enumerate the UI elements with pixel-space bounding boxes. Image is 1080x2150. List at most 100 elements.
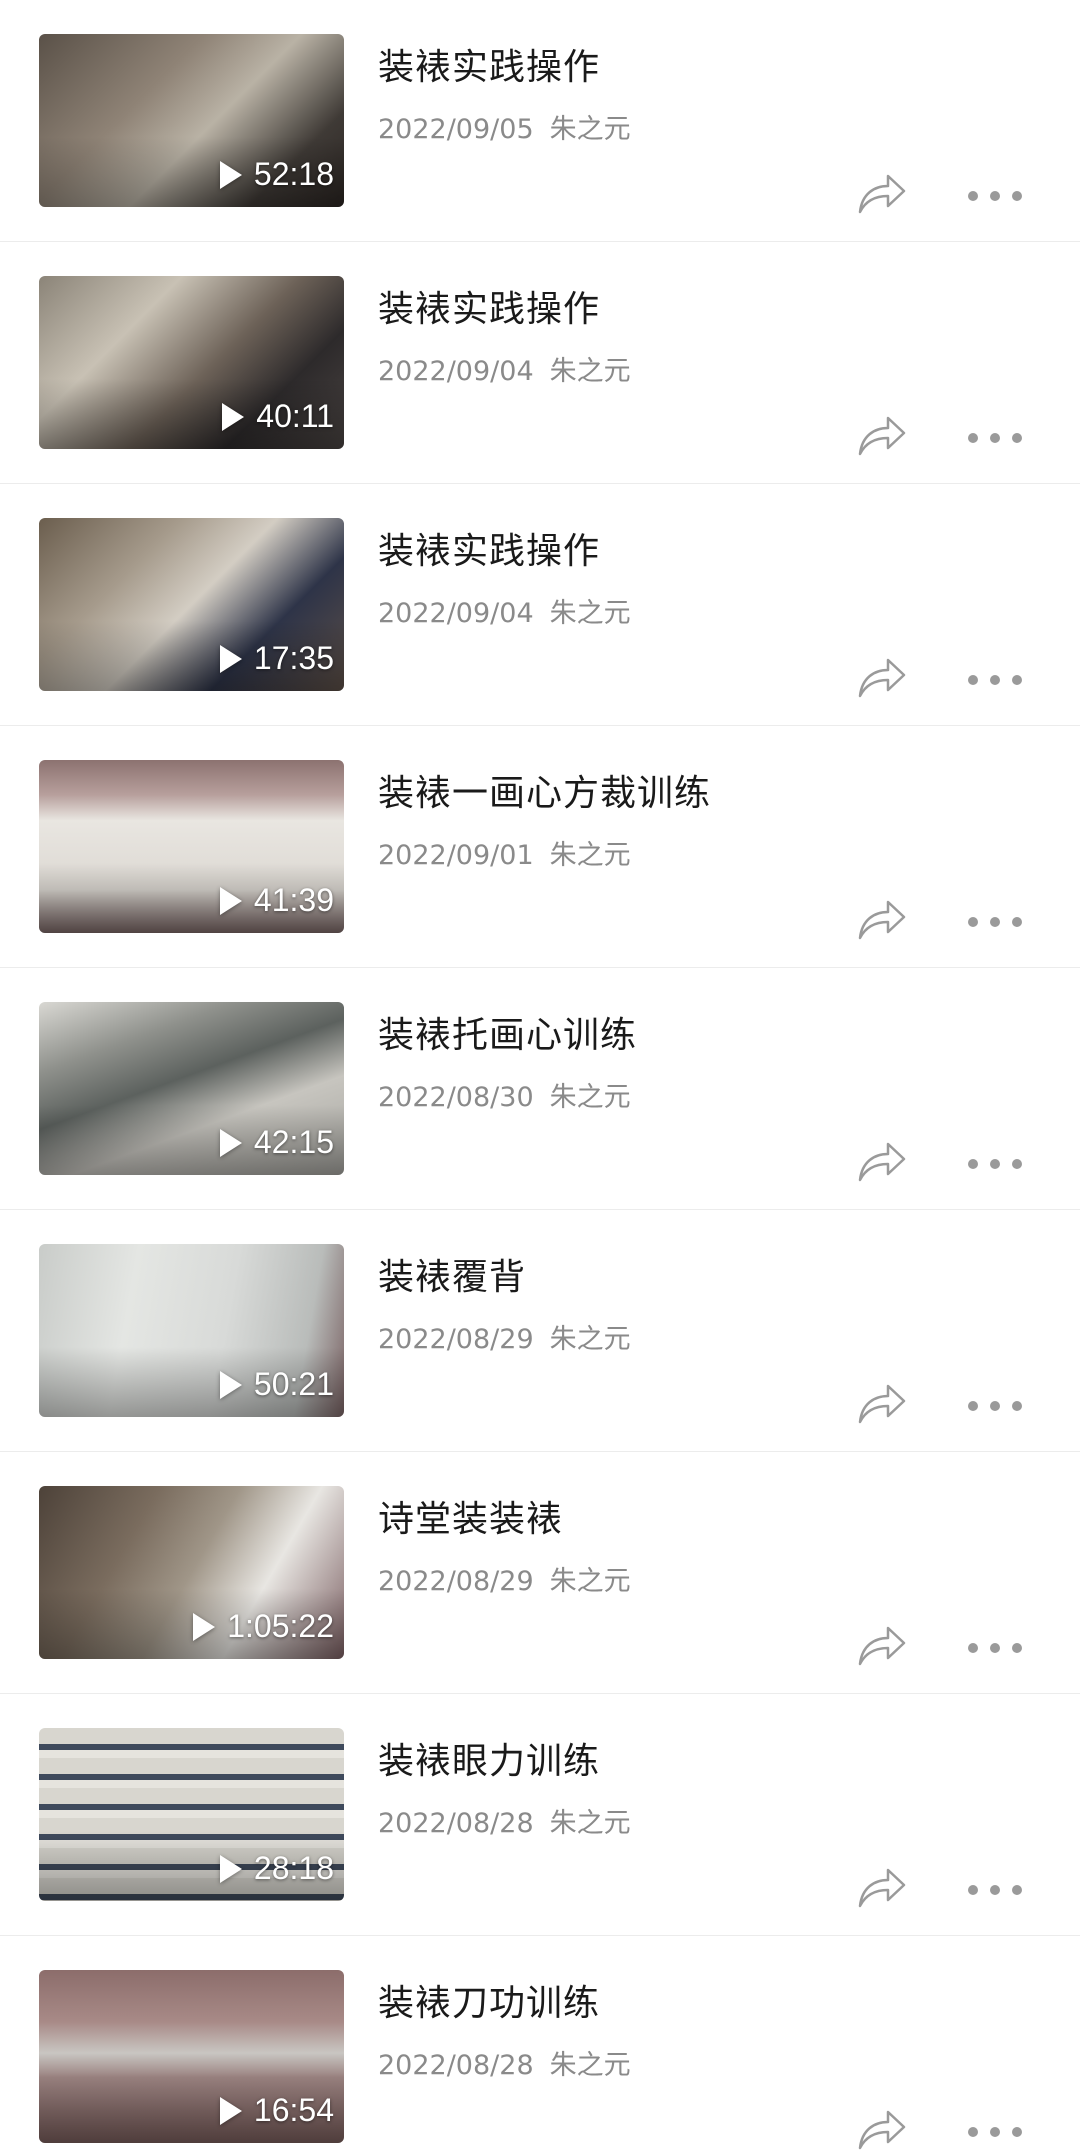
video-thumbnail[interactable]: 17:35 xyxy=(39,518,344,691)
duration-text: 42:15 xyxy=(253,1124,334,1160)
video-meta: 2022/08/29 朱之元 xyxy=(378,1559,631,1598)
duration-text: 52:18 xyxy=(253,156,334,192)
video-date: 2022/09/04 xyxy=(378,598,534,629)
share-icon[interactable] xyxy=(856,1382,908,1426)
share-icon[interactable] xyxy=(856,1140,908,1184)
video-thumbnail[interactable]: 40:11 xyxy=(39,276,344,449)
share-icon[interactable] xyxy=(856,2108,908,2150)
duration-badge: 16:54 xyxy=(219,2092,334,2129)
video-title[interactable]: 诗堂装装裱 xyxy=(378,1490,563,1542)
video-title[interactable]: 装裱刀功训练 xyxy=(378,1974,600,2026)
video-meta: 2022/09/05 朱之元 xyxy=(378,107,631,146)
duration-badge: 1:05:22 xyxy=(193,1608,334,1645)
duration-badge: 50:21 xyxy=(219,1366,334,1403)
more-icon[interactable] xyxy=(968,1642,1022,1654)
video-title[interactable]: 装裱覆背 xyxy=(378,1248,526,1300)
more-icon[interactable] xyxy=(968,916,1022,928)
duration-text: 17:35 xyxy=(253,640,334,676)
duration-badge: 52:18 xyxy=(219,156,334,193)
video-meta: 2022/09/01 朱之元 xyxy=(378,833,631,872)
duration-text: 28:18 xyxy=(253,1850,334,1886)
video-date: 2022/08/28 xyxy=(378,1808,534,1839)
video-date: 2022/08/29 xyxy=(378,1566,534,1597)
share-icon[interactable] xyxy=(856,1866,908,1910)
play-icon xyxy=(219,886,242,915)
video-author[interactable]: 朱之元 xyxy=(550,2050,631,2081)
more-icon[interactable] xyxy=(968,190,1022,202)
video-thumbnail[interactable]: 50:21 xyxy=(39,1244,344,1417)
video-title[interactable]: 装裱一画心方裁训练 xyxy=(378,764,711,816)
more-icon[interactable] xyxy=(968,1884,1022,1896)
play-icon xyxy=(193,1612,216,1641)
duration-badge: 17:35 xyxy=(219,640,334,677)
video-date: 2022/08/28 xyxy=(378,2050,534,2081)
video-title[interactable]: 装裱眼力训练 xyxy=(378,1732,600,1784)
list-item[interactable]: 42:15 装裱托画心训练 2022/08/30 朱之元 xyxy=(0,968,1080,1210)
video-list: 52:18 装裱实践操作 2022/09/05 朱之元 40:11 装裱实践操作 … xyxy=(0,0,1080,2150)
more-icon[interactable] xyxy=(968,1400,1022,1412)
video-title[interactable]: 装裱托画心训练 xyxy=(378,1006,637,1058)
list-item[interactable]: 16:54 装裱刀功训练 2022/08/28 朱之元 xyxy=(0,1936,1080,2150)
video-meta: 2022/09/04 朱之元 xyxy=(378,349,631,388)
video-date: 2022/08/30 xyxy=(378,1082,534,1113)
more-icon[interactable] xyxy=(968,674,1022,686)
video-date: 2022/08/29 xyxy=(378,1324,534,1355)
video-meta: 2022/09/04 朱之元 xyxy=(378,591,631,630)
list-item[interactable]: 17:35 装裱实践操作 2022/09/04 朱之元 xyxy=(0,484,1080,726)
share-icon[interactable] xyxy=(856,172,908,216)
duration-text: 1:05:22 xyxy=(227,1608,334,1644)
share-icon[interactable] xyxy=(856,414,908,458)
video-title[interactable]: 装裱实践操作 xyxy=(378,38,600,90)
share-icon[interactable] xyxy=(856,656,908,700)
video-date: 2022/09/05 xyxy=(378,114,534,145)
duration-text: 41:39 xyxy=(253,882,334,918)
play-icon xyxy=(219,2096,242,2125)
video-author[interactable]: 朱之元 xyxy=(550,598,631,629)
video-author[interactable]: 朱之元 xyxy=(550,1808,631,1839)
list-item[interactable]: 40:11 装裱实践操作 2022/09/04 朱之元 xyxy=(0,242,1080,484)
share-icon[interactable] xyxy=(856,898,908,942)
play-icon xyxy=(219,160,242,189)
video-thumbnail[interactable]: 42:15 xyxy=(39,1002,344,1175)
play-icon xyxy=(219,644,242,673)
video-author[interactable]: 朱之元 xyxy=(550,1082,631,1113)
video-thumbnail[interactable]: 28:18 xyxy=(39,1728,344,1901)
list-item[interactable]: 28:18 装裱眼力训练 2022/08/28 朱之元 xyxy=(0,1694,1080,1936)
more-icon[interactable] xyxy=(968,1158,1022,1170)
video-author[interactable]: 朱之元 xyxy=(550,1566,631,1597)
video-title[interactable]: 装裱实践操作 xyxy=(378,280,600,332)
list-item[interactable]: 1:05:22 诗堂装装裱 2022/08/29 朱之元 xyxy=(0,1452,1080,1694)
duration-text: 16:54 xyxy=(253,2092,334,2128)
video-author[interactable]: 朱之元 xyxy=(550,840,631,871)
duration-badge: 40:11 xyxy=(222,398,334,435)
video-author[interactable]: 朱之元 xyxy=(550,114,631,145)
play-icon xyxy=(219,1854,242,1883)
video-author[interactable]: 朱之元 xyxy=(550,356,631,387)
list-item[interactable]: 52:18 装裱实践操作 2022/09/05 朱之元 xyxy=(0,0,1080,242)
video-thumbnail[interactable]: 1:05:22 xyxy=(39,1486,344,1659)
more-icon[interactable] xyxy=(968,2126,1022,2138)
duration-text: 40:11 xyxy=(256,398,334,434)
play-icon xyxy=(222,402,245,431)
list-item[interactable]: 50:21 装裱覆背 2022/08/29 朱之元 xyxy=(0,1210,1080,1452)
list-item[interactable]: 41:39 装裱一画心方裁训练 2022/09/01 朱之元 xyxy=(0,726,1080,968)
duration-text: 50:21 xyxy=(253,1366,334,1402)
video-thumbnail[interactable]: 16:54 xyxy=(39,1970,344,2143)
duration-badge: 42:15 xyxy=(219,1124,334,1161)
video-thumbnail[interactable]: 41:39 xyxy=(39,760,344,933)
duration-badge: 41:39 xyxy=(219,882,334,919)
video-meta: 2022/08/28 朱之元 xyxy=(378,2043,631,2082)
share-icon[interactable] xyxy=(856,1624,908,1668)
video-title[interactable]: 装裱实践操作 xyxy=(378,522,600,574)
video-meta: 2022/08/30 朱之元 xyxy=(378,1075,631,1114)
video-date: 2022/09/04 xyxy=(378,356,534,387)
play-icon xyxy=(219,1128,242,1157)
play-icon xyxy=(219,1370,242,1399)
video-author[interactable]: 朱之元 xyxy=(550,1324,631,1355)
video-meta: 2022/08/28 朱之元 xyxy=(378,1801,631,1840)
duration-badge: 28:18 xyxy=(219,1850,334,1887)
video-date: 2022/09/01 xyxy=(378,840,534,871)
more-icon[interactable] xyxy=(968,432,1022,444)
video-meta: 2022/08/29 朱之元 xyxy=(378,1317,631,1356)
video-thumbnail[interactable]: 52:18 xyxy=(39,34,344,207)
